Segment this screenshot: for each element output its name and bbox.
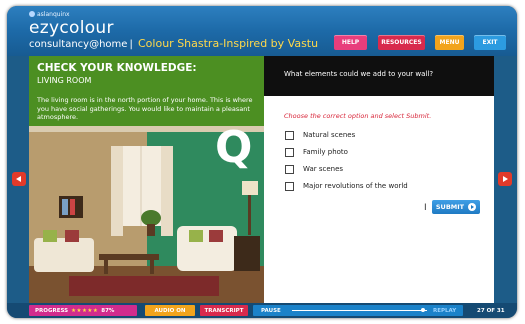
exit-button[interactable]: EXIT <box>474 35 506 50</box>
question-text: What elements could we add to your wall? <box>284 70 434 78</box>
progress-percent: 87% <box>101 307 115 314</box>
submit-label: SUBMIT <box>435 203 465 211</box>
plant <box>141 210 161 226</box>
submit-button[interactable]: SUBMIT <box>432 200 480 214</box>
rug <box>69 276 219 296</box>
footer-bar: PROGRESS ★★★★★ 87% AUDIO ON TRANSCRIPT P… <box>7 303 517 318</box>
text-cursor-icon: I <box>424 203 427 213</box>
q-graphic: Q <box>215 122 253 173</box>
course-player-window: aslanquinx ezycolour consultancy@home | C… <box>7 6 517 318</box>
checkbox[interactable] <box>285 164 294 174</box>
knowledge-check-subtitle: LIVING ROOM <box>37 76 92 85</box>
option-label: Major revolutions of the world <box>303 182 408 190</box>
slide-content: CHECK YOUR KNOWLEDGE: LIVING ROOM The li… <box>29 56 494 303</box>
checkbox[interactable] <box>285 130 294 140</box>
brand-tagline: aslanquinx <box>29 11 70 18</box>
progress-indicator: PROGRESS ★★★★★ 87% <box>29 305 137 316</box>
next-slide-button[interactable] <box>498 172 512 186</box>
side-table <box>234 236 260 271</box>
option-label: War scenes <box>303 165 344 173</box>
audio-toggle-button[interactable]: AUDIO ON <box>145 305 195 316</box>
title-separator: | <box>129 39 133 50</box>
course-title: Colour Shastra-Inspired by Vastu <box>138 37 319 50</box>
lamp <box>242 181 258 195</box>
question-panel: What elements could we add to your wall?… <box>264 56 494 303</box>
progress-stars-icon: ★★★★★ <box>71 307 99 314</box>
playback-scrubber[interactable] <box>292 308 427 312</box>
brand-subtitle: consultancy@home | Colour Shastra-Inspire… <box>29 37 318 50</box>
coffee-table <box>99 254 159 260</box>
transcript-button[interactable]: TRANSCRIPT <box>200 305 248 316</box>
scrubber-handle[interactable] <box>420 308 425 312</box>
previous-slide-button[interactable] <box>12 172 26 186</box>
header-bar: aslanquinx ezycolour consultancy@home | C… <box>7 6 517 56</box>
option-war-scenes[interactable]: War scenes <box>285 164 343 174</box>
resources-button[interactable]: RESOURCES <box>378 35 425 50</box>
right-armchair <box>177 226 237 271</box>
option-label: Natural scenes <box>303 131 356 139</box>
progress-label: PROGRESS <box>35 307 69 314</box>
help-button[interactable]: HELP <box>334 35 367 50</box>
brand-name: ezycolour <box>29 18 114 38</box>
option-label: Family photo <box>303 148 348 156</box>
menu-button[interactable]: MENU <box>435 35 464 50</box>
option-family-photo[interactable]: Family photo <box>285 147 348 157</box>
brand-small-text: aslanquinx <box>37 11 70 18</box>
replay-button[interactable]: REPLAY <box>433 305 456 316</box>
arrow-right-icon <box>468 203 477 211</box>
checkbox[interactable] <box>285 147 294 157</box>
option-major-revolutions[interactable]: Major revolutions of the world <box>285 181 408 191</box>
scenario-text: The living room is in the north portion … <box>37 96 253 121</box>
checkbox[interactable] <box>285 181 294 191</box>
brand-sub-text: consultancy@home <box>29 39 128 50</box>
instruction-text: Choose the correct option and select Sub… <box>284 112 432 120</box>
knowledge-check-panel: CHECK YOUR KNOWLEDGE: LIVING ROOM The li… <box>29 56 264 303</box>
page-counter: 27 OF 31 <box>477 307 505 314</box>
option-natural-scenes[interactable]: Natural scenes <box>285 130 355 140</box>
knowledge-check-title: CHECK YOUR KNOWLEDGE: <box>37 62 197 74</box>
question-bar: What elements could we add to your wall? <box>264 56 494 96</box>
left-sofa <box>34 238 94 272</box>
brand-mark-icon <box>29 11 35 17</box>
